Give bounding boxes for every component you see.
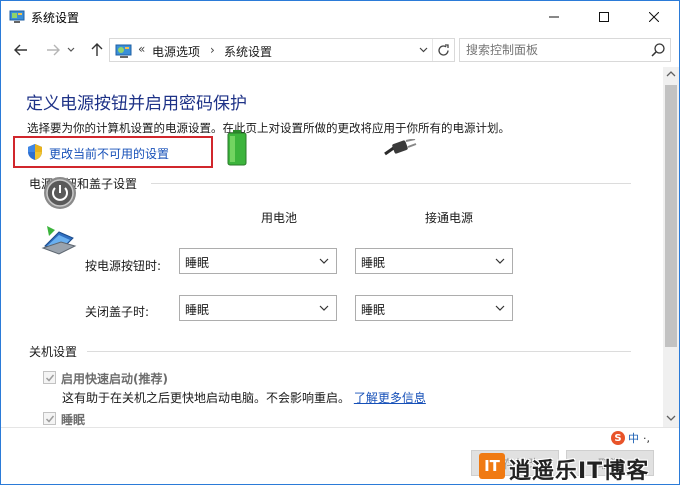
watermark-text: 逍遥乐IT博客 (509, 459, 650, 484)
ime-language[interactable]: 中 (628, 430, 639, 446)
shutdown-section-heading: 关机设置 (29, 345, 78, 359)
arrow-left-icon (14, 44, 27, 56)
change-unavailable-settings-link[interactable]: 更改当前不可用的设置 (13, 136, 213, 168)
power-button-icon (44, 177, 76, 209)
select-value: 睡眠 (185, 256, 210, 270)
select-value: 睡眠 (361, 303, 386, 317)
checkmark-icon (45, 415, 55, 423)
power-button-battery-select[interactable]: 睡眠 (179, 248, 337, 274)
chevron-down-icon (419, 47, 427, 53)
close-lid-label: 关闭盖子时: (85, 305, 150, 319)
system-settings-window: 系统设置 « 电源选项 › 系统设置 搜索控制面板 定义电源按钮并启用密码保护 … (0, 0, 680, 485)
sleep-label: 睡眠 (61, 413, 86, 427)
window-title: 系统设置 (31, 11, 80, 25)
search-icon[interactable] (650, 42, 666, 58)
breadcrumb-separator: › (210, 43, 215, 57)
learn-more-link[interactable]: 了解更多信息 (354, 391, 426, 405)
forward-button[interactable] (43, 40, 63, 60)
change-link-label[interactable]: 更改当前不可用的设置 (49, 145, 169, 162)
main-content: 定义电源按钮并启用密码保护 选择要为你的计算机设置的电源设置。在此页上对设置所做… (1, 67, 663, 447)
fast-startup-note: 这有助于在关机之后更快地启动电脑。不会影响重启。 了解更多信息 (62, 389, 426, 406)
vertical-scrollbar[interactable] (663, 67, 679, 427)
breadcrumb-separator: « (138, 42, 146, 56)
back-button[interactable] (11, 40, 31, 60)
chevron-down-icon (319, 305, 329, 311)
title-bar: 系统设置 (1, 1, 679, 32)
section-divider (151, 183, 631, 184)
refresh-icon (438, 43, 449, 56)
close-icon (649, 11, 659, 22)
battery-icon (227, 130, 247, 166)
uac-shield-icon (28, 144, 42, 160)
close-lid-plugged-select[interactable]: 睡眠 (355, 295, 513, 321)
close-button[interactable] (631, 1, 677, 32)
search-input[interactable] (466, 41, 646, 59)
fast-startup-label: 启用快速启动(推荐) (61, 372, 168, 386)
close-lid-battery-select[interactable]: 睡眠 (179, 295, 337, 321)
fast-startup-note-text: 这有助于在关机之后更快地启动电脑。不会影响重启。 (62, 391, 351, 405)
chevron-down-icon (67, 47, 75, 52)
address-dropdown-button[interactable] (414, 39, 432, 61)
ime-punctuation[interactable]: ·, (643, 432, 650, 445)
chevron-down-icon (319, 258, 329, 264)
power-plug-icon (384, 139, 417, 156)
scroll-up-icon[interactable] (666, 70, 676, 78)
scrollbar-thumb[interactable] (665, 85, 677, 347)
minimize-button[interactable] (531, 1, 577, 32)
control-panel-icon (9, 10, 25, 23)
section-divider (87, 351, 631, 352)
ime-toolbar[interactable]: S 中 ·, (611, 429, 679, 447)
scroll-down-icon[interactable] (666, 414, 676, 422)
checkmark-icon (45, 374, 55, 382)
ime-logo-icon[interactable]: S (611, 431, 625, 445)
breadcrumb-power-options[interactable]: 电源选项 (152, 43, 200, 60)
select-value: 睡眠 (185, 303, 210, 317)
page-title: 定义电源按钮并启用密码保护 (26, 94, 247, 114)
fast-startup-checkbox[interactable] (43, 371, 56, 384)
up-button[interactable] (87, 40, 107, 60)
column-on-battery: 用电池 (261, 211, 298, 225)
arrow-up-icon (91, 43, 103, 56)
watermark-logo: IT (479, 453, 505, 479)
navigation-bar: « 电源选项 › 系统设置 (1, 35, 679, 65)
column-plugged-in: 接通电源 (425, 211, 474, 225)
power-button-plugged-select[interactable]: 睡眠 (355, 248, 513, 274)
recent-locations-button[interactable] (65, 40, 77, 60)
breadcrumb-system-settings[interactable]: 系统设置 (224, 43, 272, 60)
arrow-right-icon (47, 44, 60, 56)
control-panel-icon (115, 44, 132, 58)
address-bar[interactable]: « 电源选项 › 系统设置 (109, 38, 455, 62)
laptop-lid-icon (41, 226, 77, 255)
chevron-down-icon (495, 258, 505, 264)
site-watermark: IT 逍遥乐IT博客 (479, 451, 679, 484)
minimize-icon (549, 16, 559, 17)
search-box[interactable] (459, 38, 671, 62)
maximize-icon (599, 11, 609, 22)
page-description: 选择要为你的计算机设置的电源设置。在此页上对设置所做的更改将应用于你所有的电源计… (27, 121, 510, 135)
chevron-down-icon (495, 305, 505, 311)
power-button-label: 按电源按钮时: (85, 259, 162, 273)
select-value: 睡眠 (361, 256, 386, 270)
refresh-button[interactable] (432, 39, 454, 61)
sleep-checkbox[interactable] (43, 412, 56, 425)
maximize-button[interactable] (581, 1, 627, 32)
